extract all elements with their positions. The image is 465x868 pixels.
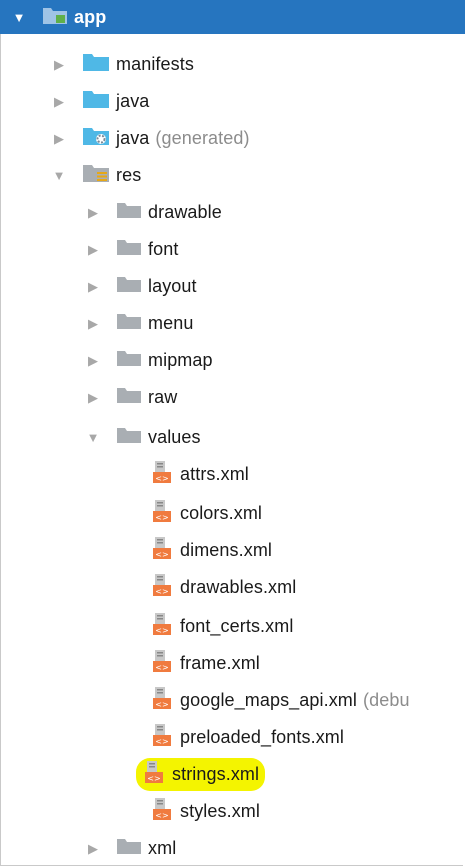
tree-item-label: java (116, 91, 150, 111)
tree-item-dimens-xml[interactable]: <> dimens.xml (0, 532, 465, 569)
tree-item-frame-xml[interactable]: <> frame.xml (0, 645, 465, 682)
tree-item-java[interactable]: ▶ java (0, 83, 465, 120)
expanded-arrow-icon[interactable]: ▼ (86, 430, 100, 445)
tree-item-preloaded-fonts-xml[interactable]: <> preloaded_fonts.xml (0, 719, 465, 756)
tree-item-label: manifests (116, 54, 194, 74)
xml-file-icon: <> (152, 649, 174, 678)
tree-item-label: java (116, 128, 150, 148)
tree-item-label: menu (148, 313, 194, 333)
tree-item-colors-xml[interactable]: <> colors.xml (0, 495, 465, 532)
collapsed-arrow-icon[interactable]: ▶ (86, 390, 100, 405)
folder-icon (82, 52, 110, 77)
xml-file-icon: <> (152, 499, 174, 528)
tree-item-label: attrs.xml (180, 464, 249, 484)
xml-file-icon: <> (152, 686, 174, 715)
tree-item-label: font (148, 239, 179, 259)
generated-source-folder-icon (82, 126, 110, 151)
tree-item-mipmap[interactable]: ▶ mipmap (0, 342, 465, 379)
tree-item-label: xml (148, 838, 177, 858)
tree-item-label: res (116, 165, 142, 185)
folder-icon (116, 349, 142, 372)
tree-item-drawable[interactable]: ▶ drawable (0, 194, 465, 231)
svg-text:<>: <> (155, 663, 168, 672)
tree-item-google-maps-api-xml[interactable]: <> google_maps_api.xml (debu (0, 682, 465, 719)
tree-item-label: frame.xml (180, 653, 260, 673)
folder-icon (116, 426, 142, 449)
tree-item-xml[interactable]: ▶ xml (0, 830, 465, 867)
svg-text:<>: <> (155, 737, 168, 746)
tree-item-label: colors.xml (180, 503, 263, 523)
collapsed-arrow-icon[interactable]: ▶ (86, 242, 100, 257)
folder-icon (116, 386, 142, 409)
collapsed-arrow-icon[interactable]: ▶ (86, 279, 100, 294)
collapsed-arrow-icon[interactable]: ▶ (52, 57, 66, 72)
svg-text:<>: <> (155, 587, 168, 596)
tree-item-drawables-xml[interactable]: <> drawables.xml (0, 569, 465, 606)
svg-text:<>: <> (155, 513, 168, 522)
tree-item-label: values (148, 427, 201, 447)
collapsed-arrow-icon[interactable]: ▶ (52, 94, 66, 109)
tree-item-label: mipmap (148, 350, 213, 370)
xml-file-icon: <> (152, 723, 174, 752)
tree-item-java-generated[interactable]: ▶ java (generated) (0, 120, 465, 157)
tree-item-raw[interactable]: ▶ raw (0, 379, 465, 416)
svg-text:<>: <> (155, 626, 168, 635)
tree-item-layout[interactable]: ▶ layout (0, 268, 465, 305)
xml-file-icon: <> (144, 760, 166, 789)
tree-item-font-certs-xml[interactable]: <> font_certs.xml (0, 608, 465, 645)
tree-item-label: dimens.xml (180, 540, 273, 560)
folder-icon (116, 275, 142, 298)
collapsed-arrow-icon[interactable]: ▶ (86, 353, 100, 368)
xml-file-icon: <> (152, 612, 174, 641)
folder-icon (116, 238, 142, 261)
tree-item-strings-xml[interactable]: <> strings.xml (0, 756, 465, 793)
tree-item-suffix: (generated) (155, 128, 250, 148)
tree-item-res[interactable]: ▼ res (0, 157, 465, 194)
svg-text:<>: <> (155, 811, 168, 820)
tree-item-app[interactable]: ▼ app (0, 0, 465, 34)
xml-file-icon: <> (152, 460, 174, 489)
tree-item-label: drawable (148, 202, 222, 222)
tree-item-label: preloaded_fonts.xml (180, 727, 344, 747)
svg-text:<>: <> (155, 700, 168, 709)
expanded-arrow-icon[interactable]: ▼ (12, 10, 26, 25)
collapsed-arrow-icon[interactable]: ▶ (52, 131, 66, 146)
folder-icon (116, 312, 142, 335)
tree-item-label: font_certs.xml (180, 616, 294, 636)
xml-file-icon: <> (152, 573, 174, 602)
tree-item-label: strings.xml (172, 764, 260, 784)
svg-text:<>: <> (155, 474, 168, 483)
xml-file-icon: <> (152, 797, 174, 826)
marker-highlight: <> strings.xml (136, 758, 266, 791)
folder-icon (116, 201, 142, 224)
tree-item-label: app (74, 6, 107, 27)
tree-item-values[interactable]: ▼ values (0, 419, 465, 456)
collapsed-arrow-icon[interactable]: ▶ (86, 205, 100, 220)
tree-item-suffix: (debu (363, 690, 410, 710)
collapsed-arrow-icon[interactable]: ▶ (86, 316, 100, 331)
tree-item-menu[interactable]: ▶ menu (0, 305, 465, 342)
tree-item-label: layout (148, 276, 197, 296)
resource-folder-icon (82, 163, 110, 188)
svg-text:<>: <> (147, 774, 160, 783)
tree-item-label: drawables.xml (180, 577, 297, 597)
tree-item-styles-xml[interactable]: <> styles.xml (0, 793, 465, 830)
tree-item-label: google_maps_api.xml (180, 690, 358, 710)
source-folder-icon (82, 89, 110, 114)
folder-icon (116, 837, 142, 860)
tree-item-attrs-xml[interactable]: <> attrs.xml (0, 456, 465, 493)
tree-item-label: raw (148, 387, 178, 407)
tree-item-label: styles.xml (180, 801, 261, 821)
svg-text:<>: <> (155, 550, 168, 559)
expanded-arrow-icon[interactable]: ▼ (52, 168, 66, 183)
tree-item-manifests[interactable]: ▶ manifests (0, 46, 465, 83)
module-folder-icon (42, 5, 68, 30)
xml-file-icon: <> (152, 536, 174, 565)
tree-item-font[interactable]: ▶ font (0, 231, 465, 268)
collapsed-arrow-icon[interactable]: ▶ (86, 841, 100, 856)
